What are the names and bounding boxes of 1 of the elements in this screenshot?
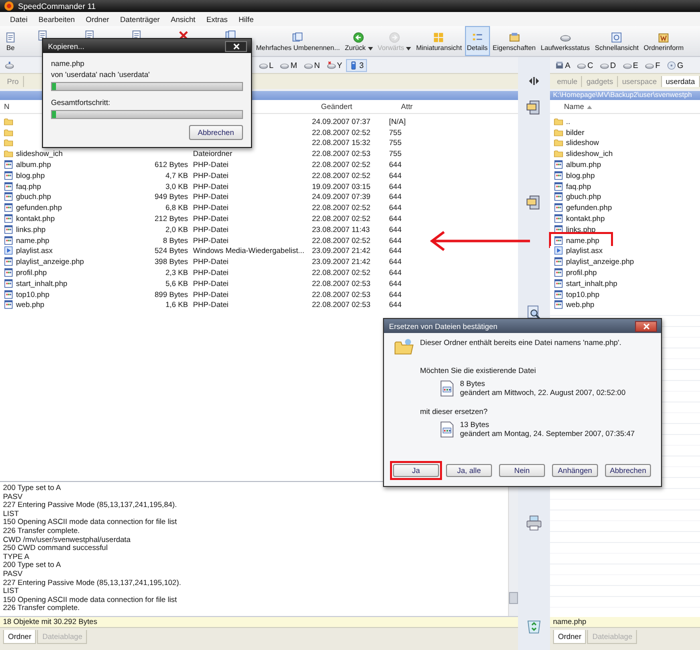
- window-title: SpeedCommander 11: [18, 2, 96, 10]
